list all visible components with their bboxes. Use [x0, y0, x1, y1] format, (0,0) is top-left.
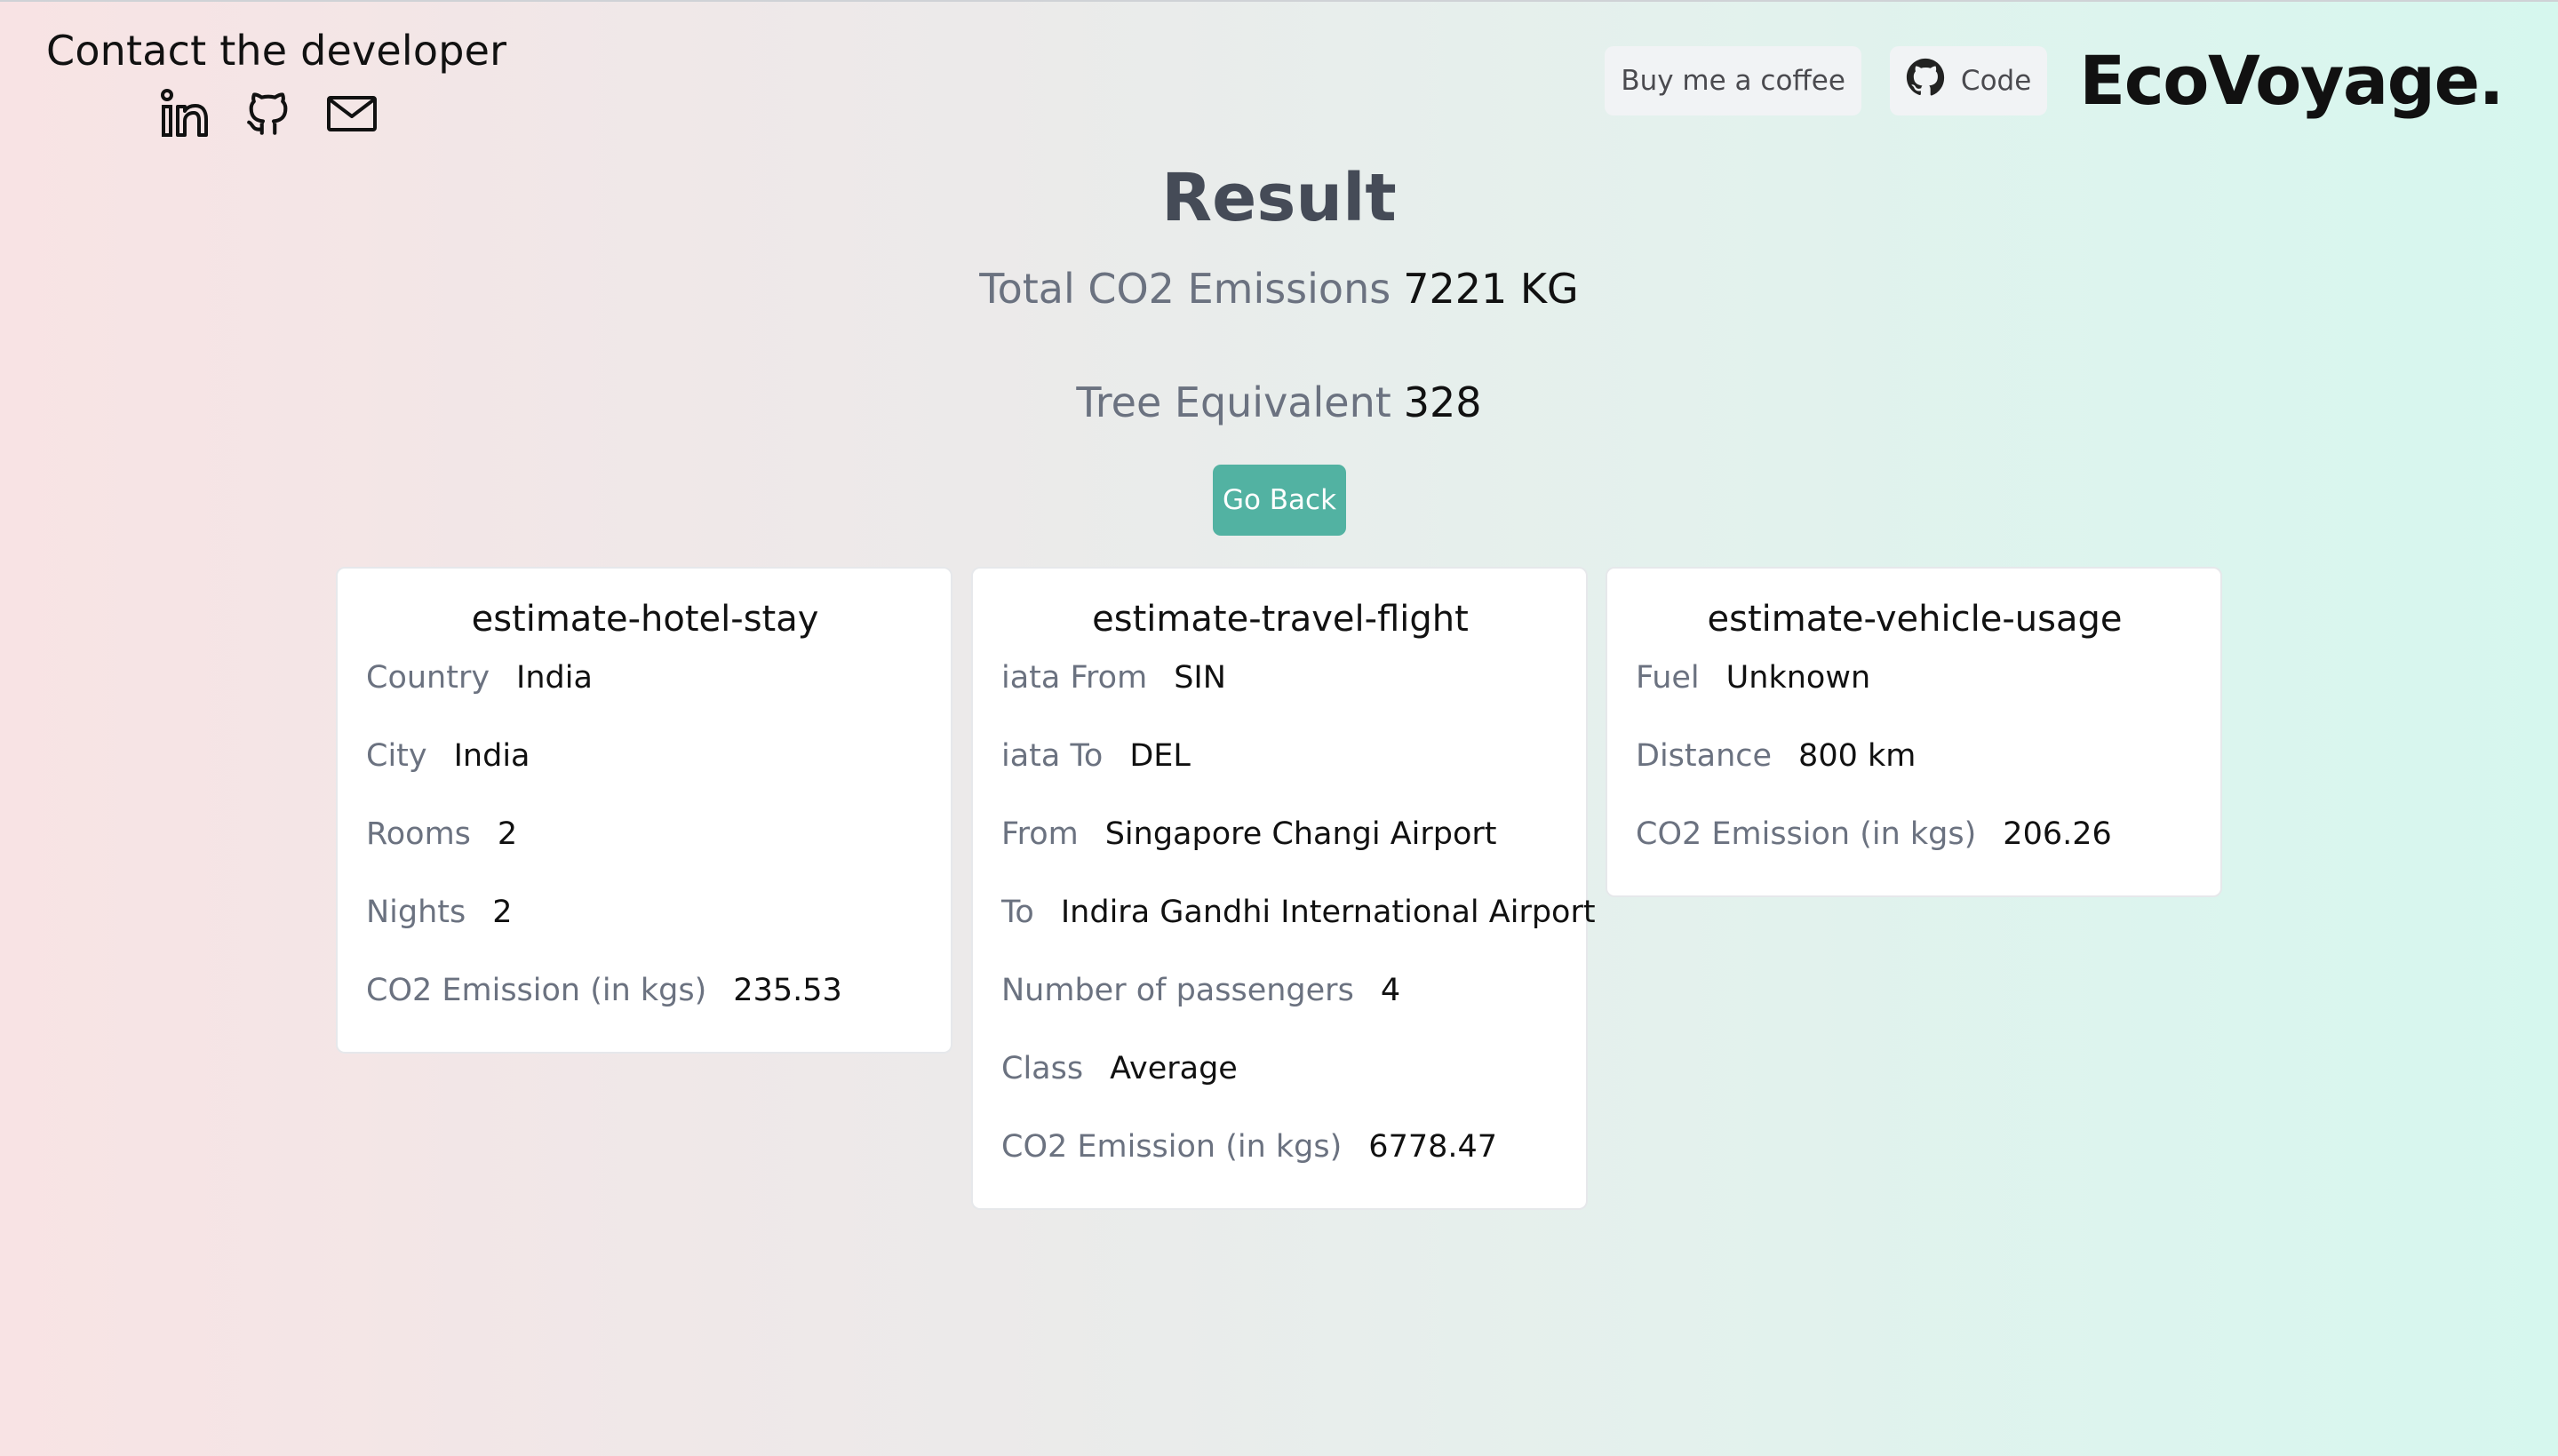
row-key: iata To	[1001, 738, 1104, 774]
row-key: Number of passengers	[1001, 973, 1354, 1008]
card-row: Number of passengers 4	[1001, 961, 1559, 1039]
github-icon	[1906, 58, 1945, 104]
row-value: 2	[497, 816, 518, 852]
row-value: 6778.47	[1368, 1129, 1498, 1165]
card-row: Class Average	[1001, 1039, 1559, 1118]
row-value: Singapore Changi Airport	[1104, 816, 1497, 852]
row-key: City	[366, 738, 427, 774]
row-key: To	[1001, 895, 1034, 930]
header-actions: Buy me a coffee Code EcoVoyage.	[1605, 41, 2504, 120]
card-row: Rooms 2	[366, 805, 924, 883]
row-value: Unknown	[1725, 660, 1871, 696]
code-label: Code	[1960, 64, 2032, 97]
contact-icons	[46, 87, 490, 140]
card-row: From Singapore Changi Airport	[1001, 805, 1559, 883]
total-emissions-value: 7221 KG	[1403, 265, 1579, 313]
tree-equivalent-value: 328	[1403, 378, 1482, 426]
mail-icon[interactable]	[325, 87, 379, 140]
card-title: estimate-travel-flight	[1092, 599, 1469, 640]
row-key: iata From	[1001, 660, 1148, 696]
card-row: Distance 800 km	[1636, 727, 2194, 805]
total-emissions: Total CO2 Emissions 7221 KG	[0, 265, 2558, 313]
card-title: estimate-vehicle-usage	[1707, 599, 2123, 640]
row-value: DEL	[1129, 738, 1191, 774]
linkedin-icon[interactable]	[158, 87, 211, 140]
card-row: To Indira Gandhi International Airport	[1001, 883, 1596, 961]
page-title: Result	[1161, 160, 1397, 236]
row-key: Nights	[366, 895, 466, 930]
row-key: From	[1001, 816, 1079, 852]
card-row: Country India	[366, 648, 924, 727]
row-key: Rooms	[366, 816, 471, 852]
buy-coffee-label: Buy me a coffee	[1621, 64, 1845, 97]
card-row: CO2 Emission (in kgs) 235.53	[366, 961, 924, 1020]
row-key: CO2 Emission (in kgs)	[366, 973, 707, 1008]
row-key: CO2 Emission (in kgs)	[1636, 816, 1977, 852]
row-value: India	[516, 660, 593, 696]
github-icon[interactable]	[242, 87, 295, 140]
row-value: 4	[1380, 973, 1401, 1008]
card-row: iata To DEL	[1001, 727, 1559, 805]
row-value: India	[453, 738, 530, 774]
total-emissions-label: Total CO2 Emissions	[979, 265, 1391, 313]
card-row: Nights 2	[366, 883, 924, 961]
card-row: iata From SIN	[1001, 648, 1559, 727]
card-title: estimate-hotel-stay	[471, 599, 819, 640]
row-key: Class	[1001, 1051, 1084, 1086]
row-value: Average	[1110, 1051, 1238, 1086]
go-back-button[interactable]: Go Back	[1213, 465, 1346, 536]
tree-equivalent: Tree Equivalent 328	[0, 378, 2558, 426]
row-value: 235.53	[733, 973, 842, 1008]
row-value: 800 km	[1798, 738, 1917, 774]
row-value: 206.26	[2003, 816, 2112, 852]
row-key: CO2 Emission (in kgs)	[1001, 1129, 1343, 1165]
code-button[interactable]: Code	[1889, 45, 2048, 115]
row-key: Fuel	[1636, 660, 1700, 696]
buy-me-a-coffee-button[interactable]: Buy me a coffee	[1605, 45, 1861, 115]
tree-equivalent-label: Tree Equivalent	[1076, 378, 1391, 426]
top-border	[0, 0, 2558, 2]
card-row: CO2 Emission (in kgs) 206.26	[1636, 805, 2194, 863]
contact-section: Contact the developer	[46, 27, 507, 140]
brand-logo[interactable]: EcoVoyage.	[2079, 41, 2504, 120]
row-value: SIN	[1174, 660, 1226, 696]
row-value: Indira Gandhi International Airport	[1060, 895, 1596, 930]
row-key: Country	[366, 660, 490, 696]
row-value: 2	[492, 895, 513, 930]
card-row: City India	[366, 727, 924, 805]
vehicle-usage-card: estimate-vehicle-usage Fuel Unknown Dista…	[1606, 567, 2222, 897]
contact-title: Contact the developer	[46, 27, 507, 75]
card-row: Fuel Unknown	[1636, 648, 2194, 727]
row-key: Distance	[1636, 738, 1773, 774]
card-row: CO2 Emission (in kgs) 6778.47	[1001, 1118, 1559, 1176]
travel-flight-card: estimate-travel-flight iata From SIN iata…	[971, 567, 1596, 1210]
hotel-stay-card: estimate-hotel-stay Country India City Ind…	[336, 567, 952, 1054]
